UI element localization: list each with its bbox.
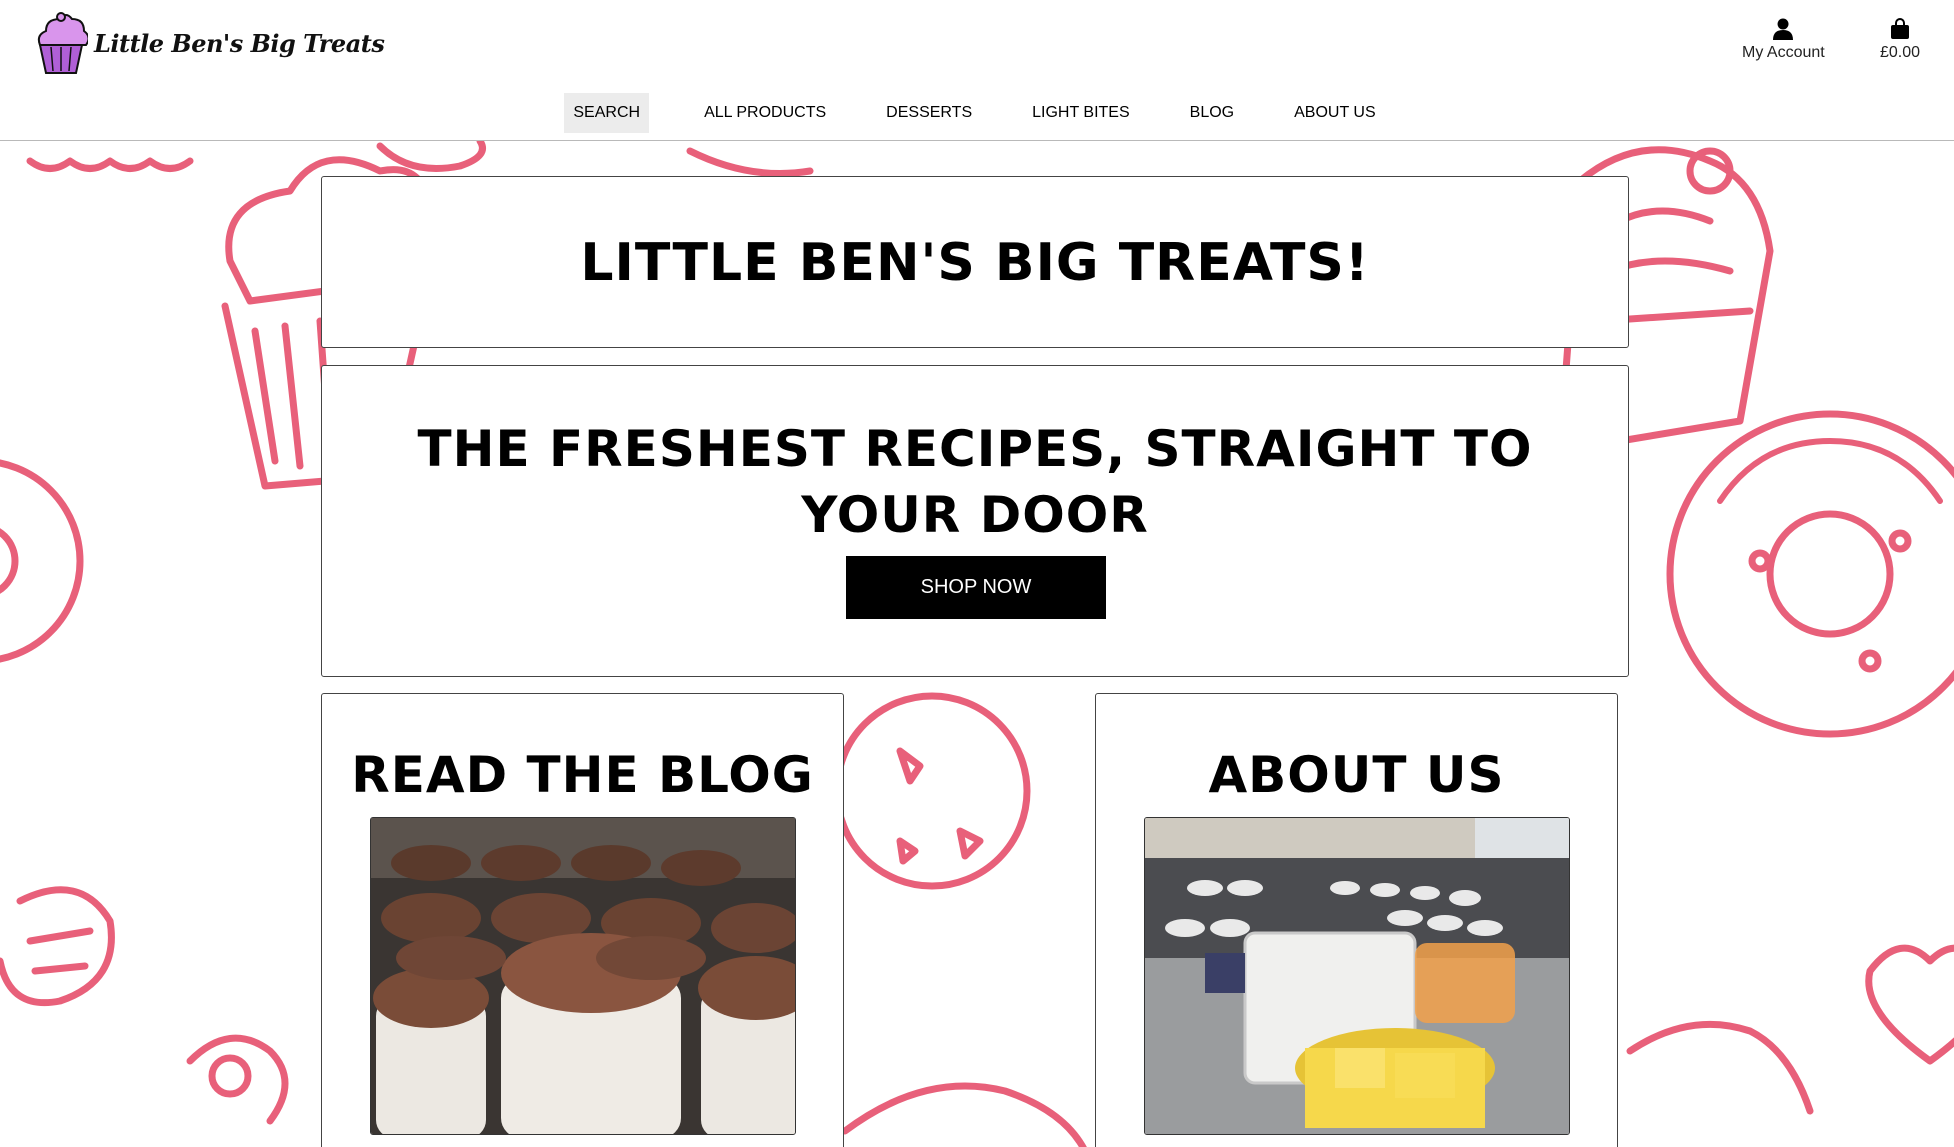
logo-text: Little Ben's Big Treats: [94, 28, 385, 58]
heart-doodle: [1626, 944, 1954, 1115]
shopping-bag-icon: [1891, 18, 1910, 39]
shop-now-button[interactable]: SHOP NOW: [846, 556, 1106, 619]
cookie-doodle: [833, 692, 1031, 890]
nav-about-us[interactable]: ABOUT US: [1285, 93, 1385, 133]
site-header: Little Ben's Big Treats My Account £0.00…: [0, 0, 1954, 141]
my-account-label: My Account: [1742, 44, 1825, 61]
cart-total: £0.00: [1880, 44, 1921, 61]
my-account-link[interactable]: My Account: [1742, 18, 1825, 62]
about-card[interactable]: ABOUT US: [1095, 693, 1618, 1147]
nav-all-products[interactable]: ALL PRODUCTS: [695, 93, 835, 133]
nav-light-bites[interactable]: LIGHT BITES: [1023, 93, 1139, 133]
macaron-doodle: [0, 886, 289, 1125]
blog-card[interactable]: READ THE BLOG: [321, 693, 844, 1147]
cupcake-logo-icon: [37, 12, 88, 74]
title-card: LITTLE BEN'S BIG TREATS!: [321, 176, 1629, 348]
cart-link[interactable]: £0.00: [1880, 18, 1920, 62]
hero-card: THE FRESHEST RECIPES, STRAIGHT TO YOUR D…: [321, 365, 1629, 677]
about-section-title: ABOUT US: [1208, 746, 1505, 804]
page-title: LITTLE BEN'S BIG TREATS!: [580, 233, 1370, 293]
blog-photo[interactable]: [370, 817, 796, 1135]
donut-doodle: [1666, 410, 1954, 738]
blog-section-title: READ THE BLOG: [351, 746, 814, 804]
user-icon: [1773, 18, 1794, 40]
donut-doodle-left: [0, 459, 84, 663]
hero-tagline: THE FRESHEST RECIPES, STRAIGHT TO YOUR D…: [417, 420, 1533, 544]
about-photo[interactable]: [1144, 817, 1570, 1135]
donut-doodle-bottom: [841, 1082, 1087, 1147]
nav-desserts[interactable]: DESSERTS: [877, 93, 981, 133]
nav-blog[interactable]: BLOG: [1181, 93, 1243, 133]
main-nav: SEARCH ALL PRODUCTS DESSERTS LIGHT BITES…: [0, 93, 1954, 133]
site-logo[interactable]: Little Ben's Big Treats: [34, 11, 385, 75]
nav-search[interactable]: SEARCH: [564, 93, 650, 133]
